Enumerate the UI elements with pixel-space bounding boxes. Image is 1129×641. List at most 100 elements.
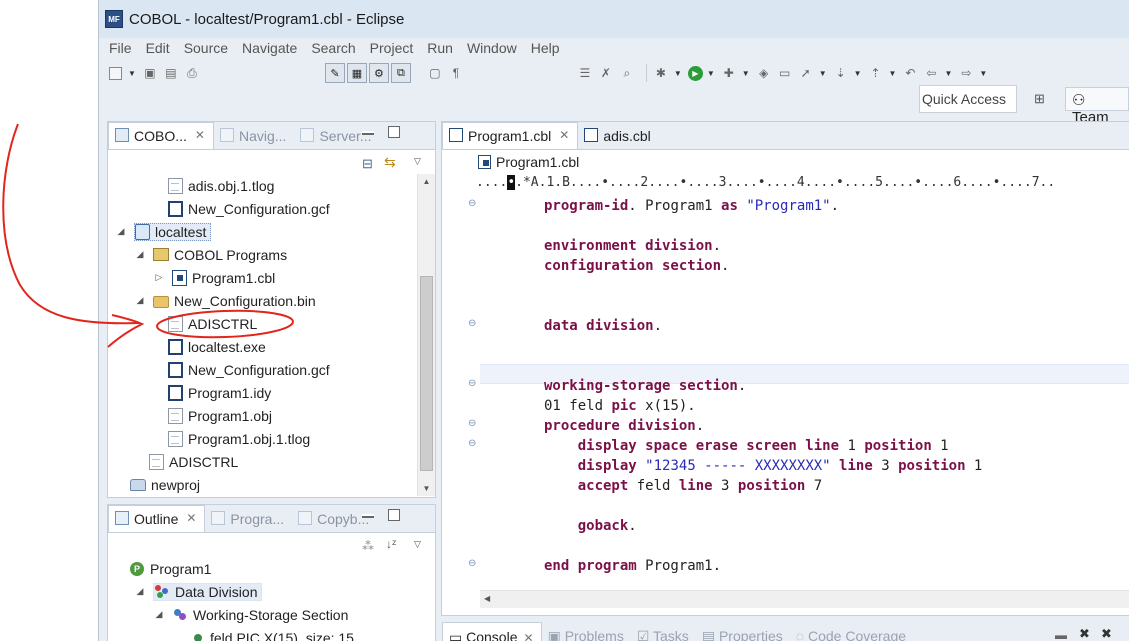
new-dropdown-icon[interactable]: ▼: [128, 69, 136, 78]
scroll-down-icon[interactable]: ▼: [418, 484, 435, 493]
new-project-icon[interactable]: ◈: [756, 65, 772, 81]
menu-help[interactable]: Help: [521, 40, 567, 56]
launch-dropdown-icon[interactable]: ▼: [819, 69, 827, 78]
editor-horizontal-scrollbar[interactable]: ◀: [480, 590, 1129, 608]
debug-dropdown-icon[interactable]: ▼: [674, 69, 682, 78]
outline-item-working-storage[interactable]: ◢ Working-Storage Section: [154, 603, 349, 626]
prev-annotation-icon[interactable]: ⇡: [868, 65, 884, 81]
fold-icon[interactable]: ⊖: [468, 438, 476, 449]
tab-program-structure[interactable]: Progra...: [205, 506, 292, 532]
save-icon[interactable]: ▣: [142, 65, 158, 81]
maximize-icon[interactable]: [388, 509, 400, 521]
run-icon[interactable]: ▶: [687, 65, 703, 81]
menu-file[interactable]: File: [99, 40, 139, 56]
toggle-mark-icon[interactable]: ✎: [324, 63, 345, 83]
code-line[interactable]: working-storage section.: [544, 376, 746, 396]
collapse-all-icon[interactable]: ⊟: [362, 156, 373, 172]
fold-icon[interactable]: ⊖: [468, 198, 476, 209]
menu-source[interactable]: Source: [174, 40, 235, 56]
code-line[interactable]: 01 feld pic x(15).: [544, 396, 696, 416]
open-perspective-icon[interactable]: ⊞: [1034, 91, 1045, 107]
toggle-build-icon[interactable]: ⚙: [368, 63, 389, 83]
scrollbar-thumb[interactable]: [420, 276, 433, 471]
code-line[interactable]: goback.: [544, 516, 637, 536]
expanded-twisty-icon[interactable]: ◢: [154, 609, 164, 620]
close-icon[interactable]: ✕: [195, 128, 205, 142]
tree-item[interactable]: Program1.obj.1.tlog: [168, 427, 310, 450]
new-icon[interactable]: [107, 65, 123, 81]
console-remove-icon[interactable]: ✖: [1101, 626, 1112, 641]
back-icon[interactable]: ⇦: [923, 65, 939, 81]
tree-item-new-configuration-bin[interactable]: ◢ New_Configuration.bin: [135, 289, 316, 312]
tree-item-adisctrl[interactable]: ADISCTRL: [168, 312, 257, 335]
tab-properties[interactable]: ▤ Properties: [696, 622, 790, 641]
tab-console[interactable]: ▭ Console ✕: [442, 622, 542, 641]
sort-icon[interactable]: ↓ᶻ: [386, 537, 396, 551]
tree-item-program1-cbl[interactable]: ▷ Program1.cbl: [154, 266, 275, 289]
expanded-twisty-icon[interactable]: ◢: [135, 586, 145, 597]
menu-run[interactable]: Run: [417, 40, 460, 56]
paragraph-icon[interactable]: ¶: [448, 65, 464, 81]
last-edit-icon[interactable]: ↶: [902, 65, 918, 81]
view-menu-icon[interactable]: ▽: [414, 156, 421, 167]
tree-item-adisctrl[interactable]: ADISCTRL: [149, 450, 238, 473]
remove-marks-icon[interactable]: ✗: [598, 65, 614, 81]
code-line[interactable]: end program Program1.: [544, 556, 721, 576]
menu-search[interactable]: Search: [301, 40, 362, 56]
scroll-up-icon[interactable]: ▲: [418, 177, 435, 186]
open-folder-icon[interactable]: ▭: [777, 65, 793, 81]
print-icon[interactable]: ⎙: [184, 65, 200, 81]
tab-navigator[interactable]: Navig...: [214, 123, 294, 149]
tree-item-localtest[interactable]: ◢ localtest: [116, 220, 212, 243]
forward-icon[interactable]: ⇨: [958, 65, 974, 81]
collapsed-twisty-icon[interactable]: ▷: [154, 272, 164, 283]
close-icon[interactable]: ✕: [559, 128, 569, 142]
close-icon[interactable]: ✕: [524, 631, 534, 641]
close-icon[interactable]: ✕: [186, 511, 196, 525]
show-whitespace-icon[interactable]: ▢: [427, 65, 443, 81]
menu-window[interactable]: Window: [457, 40, 524, 56]
tree-item[interactable]: New_Configuration.gcf: [168, 358, 330, 381]
outline-item-program[interactable]: P Program1: [130, 557, 211, 580]
tree-item-cobol-programs[interactable]: ◢ COBOL Programs: [135, 243, 288, 266]
toggle-grid-icon[interactable]: ▦: [346, 63, 367, 83]
tab-code-coverage[interactable]: ◌ Code Coverage: [790, 622, 913, 641]
team-perspective-button[interactable]: ⚇ Team: [1065, 87, 1129, 126]
tab-adis-cbl[interactable]: adis.cbl: [578, 123, 658, 149]
fold-icon[interactable]: ⊖: [468, 558, 476, 569]
tab-outline[interactable]: Outline ✕: [108, 505, 206, 532]
tab-problems[interactable]: ▣ Problems: [542, 622, 631, 641]
code-editor[interactable]: ⊖ ⊖ ⊖ ⊖ ⊖ ⊖ program-id. Program1 as "Pro…: [442, 194, 1129, 574]
code-line[interactable]: environment division.: [544, 236, 721, 256]
next-annotation-dropdown-icon[interactable]: ▼: [854, 69, 862, 78]
fold-icon[interactable]: ⊖: [468, 318, 476, 329]
view-menu-icon[interactable]: ▽: [414, 539, 421, 550]
code-line[interactable]: display "12345 ----- XXXXXXXX" line 3 po…: [544, 456, 983, 476]
tree-item[interactable]: adis.obj.1.tlog: [168, 174, 274, 197]
minimize-icon[interactable]: [362, 514, 374, 518]
filter-icon[interactable]: ⁂: [362, 539, 374, 553]
quick-access-field[interactable]: Quick Access: [919, 85, 1017, 113]
tab-tasks[interactable]: ☑ Tasks: [631, 622, 696, 641]
expanded-twisty-icon[interactable]: ◢: [116, 226, 126, 237]
outline-item-data-division[interactable]: ◢ Data Division: [135, 580, 263, 603]
toggle-split-icon[interactable]: ⧉: [390, 63, 411, 83]
menu-project[interactable]: Project: [360, 40, 421, 56]
next-annotation-icon[interactable]: ⇣: [833, 65, 849, 81]
code-line[interactable]: configuration section.: [544, 256, 729, 276]
back-dropdown-icon[interactable]: ▼: [944, 69, 952, 78]
external-tools-dropdown-icon[interactable]: ▼: [742, 69, 750, 78]
debug-icon[interactable]: ✱: [653, 65, 669, 81]
forward-dropdown-icon[interactable]: ▼: [979, 69, 987, 78]
tree-item[interactable]: localtest.exe: [168, 335, 266, 358]
tab-program1-cbl[interactable]: Program1.cbl ✕: [442, 122, 579, 149]
code-line[interactable]: accept feld line 3 position 7: [544, 476, 822, 496]
console-close-icon[interactable]: ✖: [1079, 626, 1090, 641]
minimize-icon[interactable]: [362, 131, 374, 135]
fold-icon[interactable]: ⊖: [468, 418, 476, 429]
outline-item-field[interactable]: feld PIC X(15), size: 15: [194, 626, 354, 641]
code-line[interactable]: data division.: [544, 316, 662, 336]
task-list-icon[interactable]: ☰: [577, 65, 593, 81]
tree-item[interactable]: Program1.obj: [168, 404, 272, 427]
code-line[interactable]: display space erase screen line 1 positi…: [544, 436, 949, 456]
